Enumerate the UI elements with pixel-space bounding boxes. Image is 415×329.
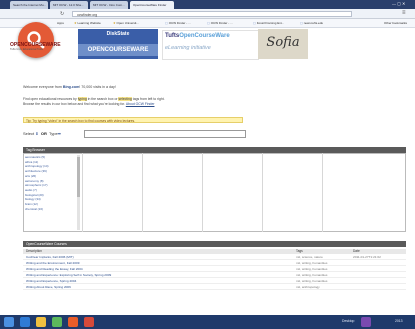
- tip-banner: Tip: Try typing "video" in the search bo…: [23, 117, 243, 123]
- tag-browser-panel: [23, 153, 406, 232]
- bookmark-item[interactable]: ★ Open Universit...: [113, 21, 139, 25]
- bookmark-item[interactable]: ★ Learning Website: [74, 21, 101, 25]
- tag-list[interactable]: aeronautics (5) africa (11) anthropology…: [25, 155, 78, 230]
- app-icon[interactable]: [52, 317, 62, 327]
- browser-tab-active[interactable]: OpenCourseWare Finder: [130, 1, 174, 9]
- welcome-text: Welcome everyone from Bing.com! 70,000 v…: [23, 85, 116, 89]
- column-header[interactable]: Description: [26, 249, 42, 254]
- tag-column-divider: [82, 153, 83, 232]
- intro-text: Find open educational resources by typin…: [23, 97, 165, 106]
- table-row[interactable]: Writing and the Environment, Fall 2009 mi…: [23, 261, 406, 266]
- table-row[interactable]: Cochlear Implants, Fall 2006 (MIT) mit, s…: [23, 255, 406, 260]
- menu-icon[interactable]: ≡: [402, 10, 406, 16]
- clock[interactable]: 2013: [395, 319, 403, 323]
- column-header[interactable]: Date: [353, 249, 360, 254]
- tag-column-divider: [142, 153, 143, 232]
- bing-link[interactable]: Bing.com: [63, 85, 79, 89]
- table-row[interactable]: Writing and Experience, Spring 2004 mit, …: [23, 279, 406, 284]
- sofia-logo[interactable]: Sofia: [258, 29, 308, 59]
- type-search-input[interactable]: [84, 130, 246, 138]
- tag-scrollbar-thumb[interactable]: [77, 157, 80, 197]
- select-type-row: Select ⬇ OR Type➡: [23, 131, 62, 136]
- window-controls[interactable]: — ▢ ✕: [392, 1, 412, 8]
- bookmark-item[interactable]: ▢ OCW Finder - ...: [207, 21, 233, 25]
- tray-app-icon[interactable]: [361, 317, 371, 327]
- about-link[interactable]: About OCW Finder: [126, 102, 155, 106]
- results-header: OpenCourseWare Courses: [23, 241, 406, 247]
- tufts-ocw-logo[interactable]: TuftsOpenCourseWare eLearning initiative: [162, 30, 259, 60]
- start-icon[interactable]: [4, 317, 14, 327]
- bookmark-apps[interactable]: Apps: [57, 21, 64, 25]
- browser-tab[interactable]: MIT OCW - Intro Com...: [90, 1, 128, 9]
- bookmark-other[interactable]: Other bookmarks: [384, 21, 407, 25]
- chrome-icon[interactable]: [84, 317, 94, 327]
- diskstate-logo[interactable]: DiskState OPENCOURSEWARE: [78, 29, 158, 59]
- ie-icon[interactable]: [20, 317, 30, 327]
- tag-column-divider: [322, 153, 323, 232]
- tray-label[interactable]: Desktop: [342, 319, 354, 323]
- table-row[interactable]: Writing and Reading the Essay, Fall 2004…: [23, 267, 406, 272]
- table-row[interactable]: Writing About Race, Spring 2006 mit, anth…: [23, 285, 406, 290]
- folder-icon[interactable]: [36, 317, 46, 327]
- browser-tab[interactable]: Search the Internet Mu...: [10, 1, 48, 9]
- tag-column-divider: [262, 153, 263, 232]
- browser-tab[interactable]: MIT OCW - 12.0 Sha...: [50, 1, 88, 9]
- bookmark-item[interactable]: ▢ OCW Finder - ...: [165, 21, 191, 25]
- ocw-logo: OPENCOURSEWARE Tufts Univ. Educational T…: [10, 42, 61, 51]
- table-row[interactable]: Writing and Experience: Exploring Self i…: [23, 273, 406, 278]
- url-field[interactable]: ocwfinder.org: [72, 11, 352, 17]
- column-header[interactable]: Tags: [296, 249, 303, 254]
- results-column-headers: Description Tags Date: [23, 249, 406, 254]
- reload-icon[interactable]: ↻: [60, 11, 68, 17]
- tag-item[interactable]: chemical (16): [25, 207, 78, 212]
- bookmark-item[interactable]: ▢ Fossil Framing Ext...: [253, 21, 284, 25]
- app-icon[interactable]: [68, 317, 78, 327]
- bookmark-item[interactable]: ▢ news.tufts.edu: [300, 21, 323, 25]
- tag-column-divider: [202, 153, 203, 232]
